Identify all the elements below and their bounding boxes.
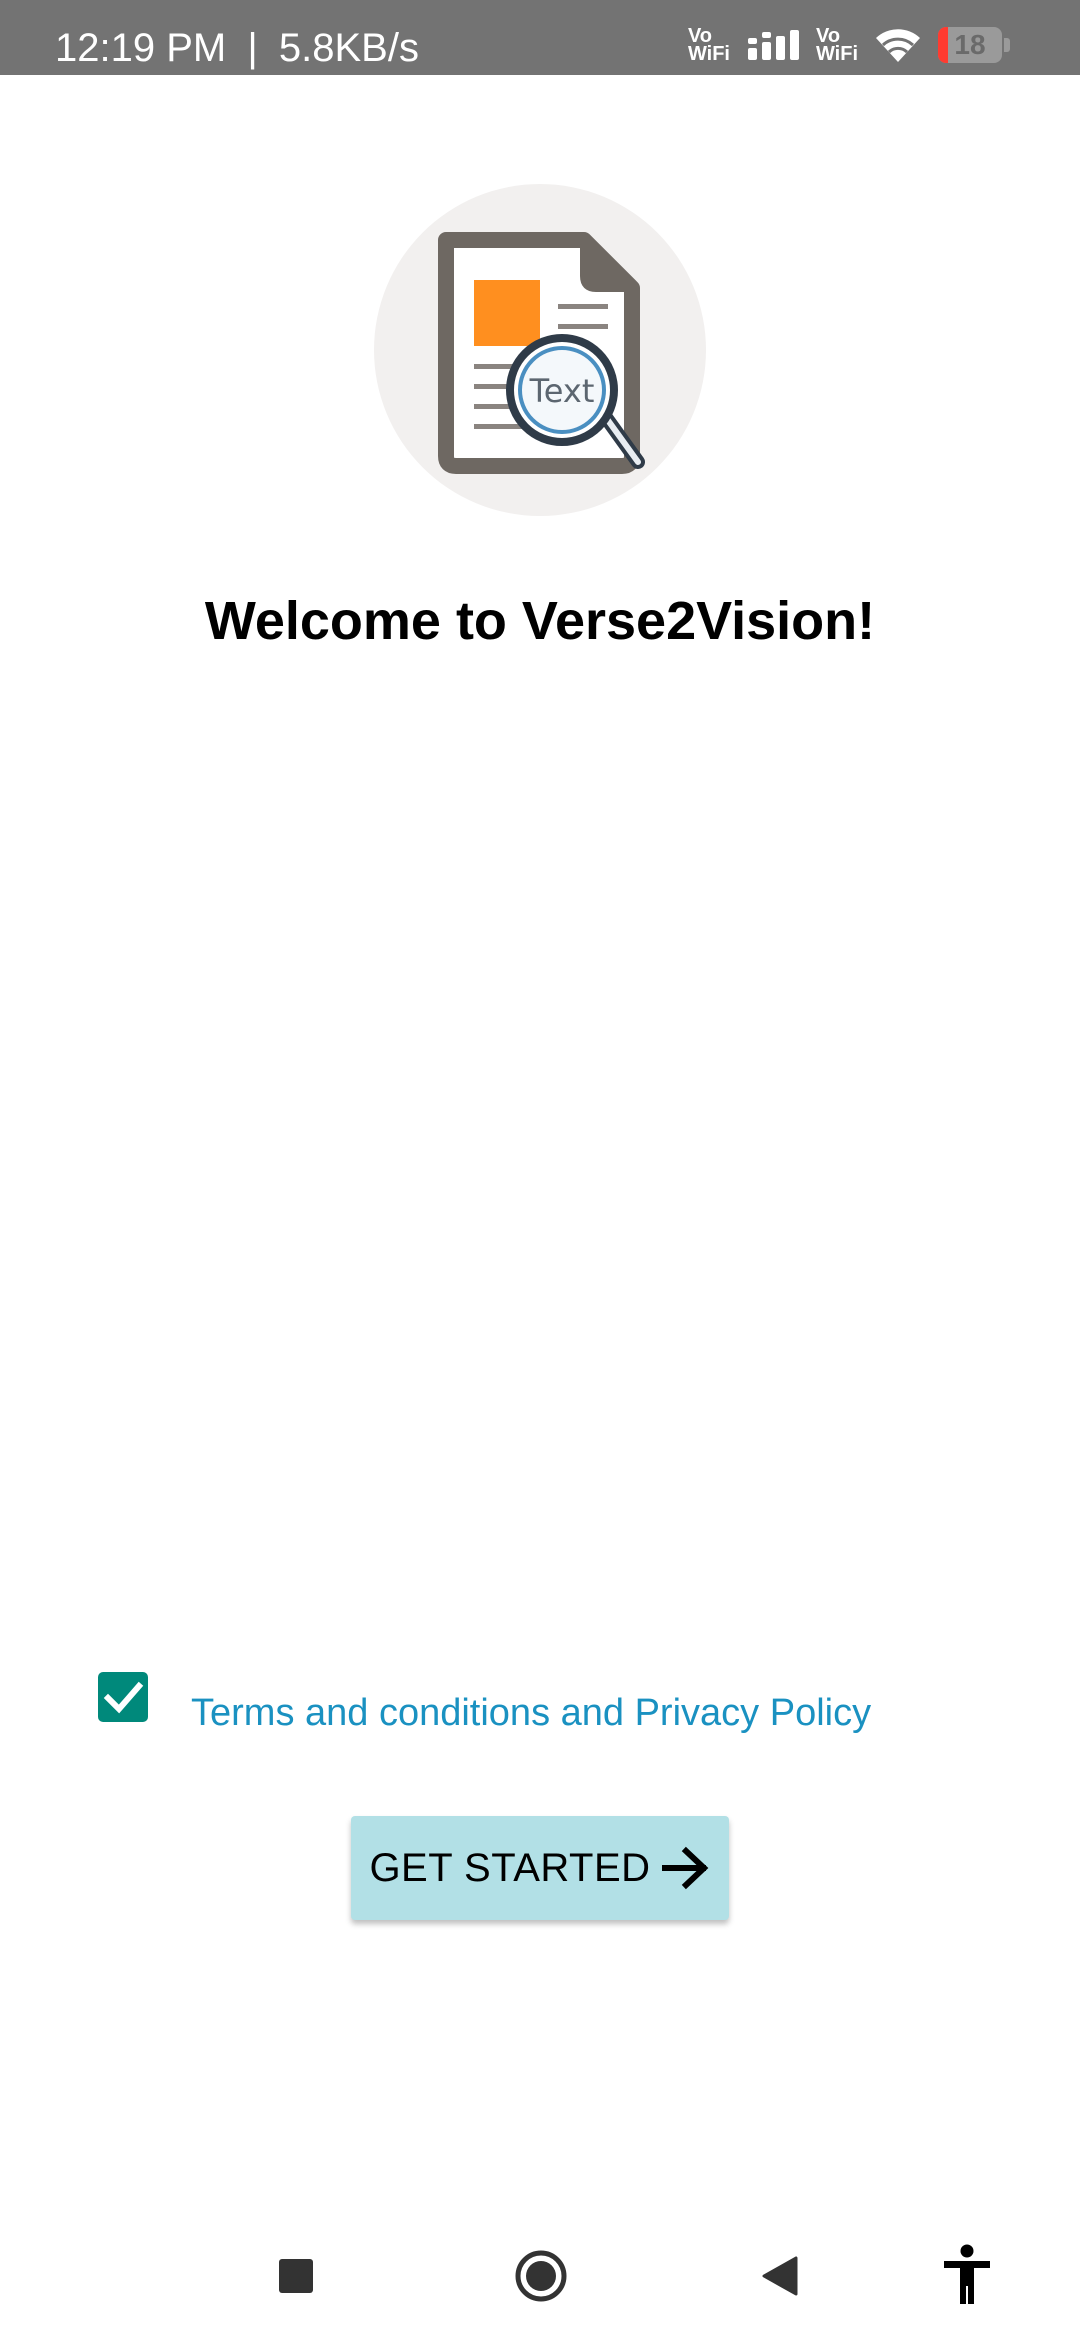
- terms-checkbox[interactable]: [98, 1672, 148, 1722]
- get-started-label: GET STARTED: [369, 1845, 651, 1890]
- welcome-screen: 12:19 PM | 5.8KB/s Vo WiFi Vo WiFi 18 Te…: [0, 0, 1080, 2340]
- battery-icon: 18: [938, 27, 1010, 63]
- status-bar: 12:19 PM | 5.8KB/s Vo WiFi Vo WiFi 18: [0, 0, 1080, 75]
- back-triangle-icon: [762, 2256, 798, 2296]
- vowifi-icon: Vo WiFi: [687, 25, 730, 65]
- accessibility-button[interactable]: [942, 2244, 992, 2306]
- recents-square-icon: [279, 2259, 313, 2293]
- battery-level: 18: [954, 29, 986, 60]
- logo-text: Text: [529, 372, 595, 410]
- home-circle-icon: [515, 2250, 567, 2302]
- status-time: 12:19 PM: [55, 26, 227, 71]
- app-logo: Text: [374, 184, 706, 516]
- signal-icon: [747, 30, 799, 60]
- home-button[interactable]: [515, 2250, 567, 2302]
- arrow-right-icon: [661, 1846, 708, 1890]
- recents-button[interactable]: [279, 2259, 313, 2293]
- wifi-icon: [876, 29, 920, 62]
- status-icons: Vo WiFi Vo WiFi 18: [688, 20, 1010, 70]
- status-left: 12:19 PM | 5.8KB/s: [55, 0, 419, 75]
- welcome-title: Welcome to Verse2Vision!: [204, 591, 876, 651]
- get-started-button[interactable]: GET STARTED: [351, 1816, 729, 1920]
- terms-privacy-link[interactable]: Terms and conditions and Privacy Policy: [191, 1692, 871, 1735]
- vowifi-icon-2: Vo WiFi: [815, 25, 858, 65]
- document-search-icon: Text: [438, 232, 645, 474]
- checkmark-icon: [103, 1681, 144, 1714]
- network-speed: 5.8KB/s: [278, 26, 419, 71]
- back-button[interactable]: [762, 2256, 798, 2296]
- accessibility-icon: [944, 2244, 990, 2304]
- status-separator: |: [247, 26, 258, 71]
